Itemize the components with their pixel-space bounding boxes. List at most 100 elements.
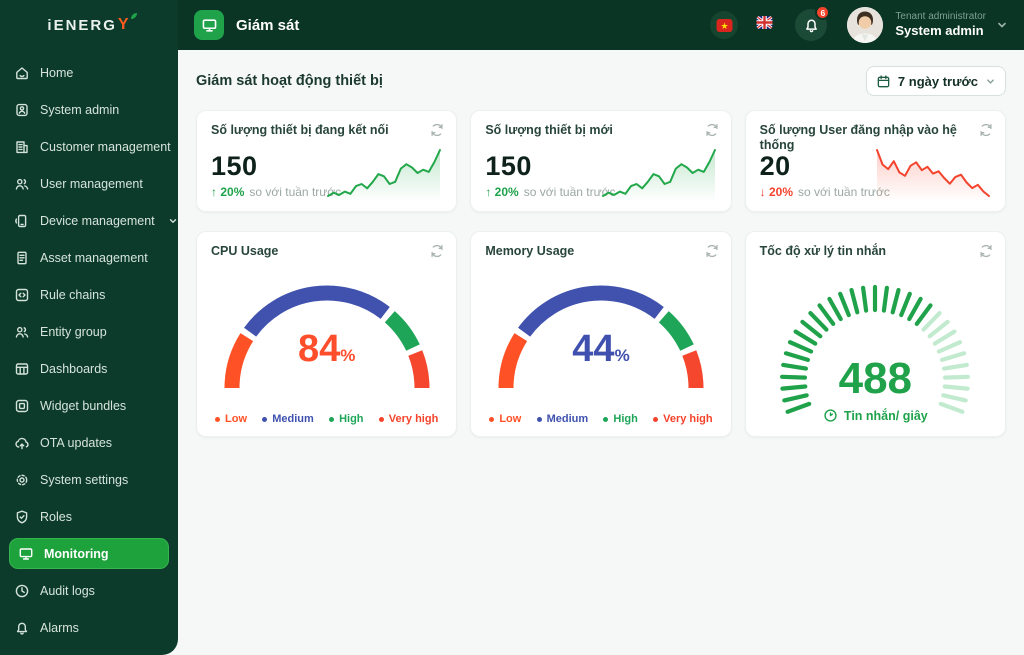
- refresh-icon[interactable]: [704, 243, 720, 259]
- sidebar-item-label: Device management: [40, 213, 155, 228]
- monitor-icon: [202, 18, 216, 32]
- legend-item-high: High: [329, 413, 364, 425]
- delta-value: 20%: [494, 185, 519, 199]
- sidebar-item-label: Dashboards: [40, 361, 108, 376]
- grid-icon: [15, 362, 29, 375]
- sidebar-item-label: Home: [40, 65, 74, 80]
- building-icon: [16, 140, 28, 153]
- date-range-select[interactable]: 7 ngày trước: [865, 66, 1006, 96]
- chevron-down-icon: [998, 22, 1006, 28]
- notifications-button[interactable]: 6: [795, 5, 831, 41]
- monitor-icon: [19, 547, 33, 560]
- users-icon: [15, 178, 29, 190]
- sidebar-item-label: Customer management: [40, 139, 171, 154]
- legend-item-very-high: Very high: [653, 413, 713, 425]
- card-title: Memory Usage: [485, 244, 575, 258]
- user-name: System admin: [895, 23, 984, 39]
- sidebar-item-label: System settings: [40, 472, 129, 487]
- language-english-button[interactable]: [756, 14, 773, 36]
- sidebar-item-home[interactable]: Home: [0, 54, 178, 91]
- users-icon: [15, 326, 29, 338]
- sparkline-chart: [876, 149, 990, 202]
- sidebar-item-label: Entity group: [40, 324, 107, 339]
- notification-count-badge: 6: [815, 5, 831, 20]
- legend-item-high: High: [603, 413, 638, 425]
- bell-icon: [805, 19, 817, 32]
- logo-text: iENERG: [47, 16, 117, 34]
- sidebar-item-system-admin[interactable]: System admin: [0, 91, 178, 128]
- user-menu[interactable]: Tenant administrator System admin: [895, 11, 986, 40]
- legend-dot: [262, 416, 268, 422]
- sidebar-item-label: Roles: [40, 509, 72, 524]
- sidebar-item-widget-bundles[interactable]: Widget bundles: [0, 387, 178, 424]
- gauge-card-memory-usage: Memory Usage 44% Low Medium High Very hi…: [470, 231, 732, 437]
- legend-item-low: Low: [489, 413, 521, 425]
- sidebar-item-dashboards[interactable]: Dashboards: [0, 350, 178, 387]
- cloud-upload-icon: [15, 437, 29, 449]
- id-badge-icon: [16, 103, 28, 116]
- sidebar-item-asset-management[interactable]: Asset management: [0, 239, 178, 276]
- widget-icon: [15, 399, 29, 412]
- calendar-icon: [877, 74, 890, 87]
- sidebar-item-label: Audit logs: [40, 583, 95, 598]
- gauge-card-message-rate: Tốc độ xử lý tin nhắn 488 Tin nhắn/ giây: [744, 231, 1006, 437]
- sidebar-item-label: Widget bundles: [40, 398, 127, 413]
- sidebar: iENERG Y Home System admin Customer manag…: [0, 0, 178, 655]
- sidebar-item-label: User management: [40, 176, 143, 191]
- stat-card-user-logins: Số lượng User đăng nhập vào hệ thống 20 …: [744, 110, 1006, 212]
- legend-dot: [489, 416, 495, 422]
- refresh-icon[interactable]: [704, 122, 720, 138]
- sidebar-item-rule-chains[interactable]: Rule chains: [0, 276, 178, 313]
- leaf-icon: [130, 13, 137, 19]
- sidebar-item-customer-management[interactable]: Customer management: [0, 128, 178, 165]
- legend-dot: [653, 416, 659, 422]
- legend-dot: [536, 416, 542, 422]
- gauge-legend: Low Medium High Very high: [471, 413, 730, 425]
- sidebar-item-alarms[interactable]: Alarms: [0, 609, 178, 646]
- gauge-caption: Tin nhắn/ giây: [746, 408, 1005, 423]
- language-vietnamese-button[interactable]: ★: [710, 11, 739, 39]
- home-icon: [16, 66, 28, 79]
- stat-delta: ↑ 20% so với tuần trước: [211, 185, 341, 199]
- refresh-icon[interactable]: [429, 243, 445, 259]
- sidebar-item-device-management[interactable]: Device management: [0, 202, 178, 239]
- clock-icon: [15, 584, 29, 597]
- refresh-icon[interactable]: [978, 122, 994, 138]
- sidebar-item-audit-logs[interactable]: Audit logs: [0, 572, 178, 609]
- gauge-value: 84%: [297, 328, 356, 370]
- card-title: Số lượng thiết bị mới: [485, 123, 613, 137]
- sidebar-item-roles[interactable]: Roles: [0, 498, 178, 535]
- gauge-card-cpu-usage: CPU Usage 84% Low Medium High Very high: [196, 231, 458, 437]
- stat-delta: ↓ 20% so với tuần trước: [760, 185, 890, 199]
- gauge-value: 488: [838, 354, 913, 403]
- top-header: Giám sát ★ 6 Tenant administrator System…: [178, 0, 1024, 50]
- sidebar-item-monitoring[interactable]: Monitoring: [9, 538, 169, 569]
- gauge-legend: Low Medium High Very high: [197, 413, 456, 425]
- legend-item-medium: Medium: [262, 413, 314, 425]
- shield-check-icon: [16, 510, 28, 523]
- legend-dot: [215, 416, 220, 422]
- sidebar-item-label: Rule chains: [40, 287, 106, 302]
- refresh-icon[interactable]: [429, 122, 445, 138]
- legend-item-low: Low: [215, 413, 247, 425]
- chevron-down-icon: [987, 78, 994, 84]
- delta-value: 20%: [769, 185, 794, 199]
- refresh-icon[interactable]: [978, 243, 994, 259]
- trend-arrow-icon: ↑: [485, 185, 492, 199]
- sidebar-item-system-settings[interactable]: System settings: [0, 461, 178, 498]
- sidebar-item-user-management[interactable]: User management: [0, 165, 178, 202]
- avatar-image: [847, 7, 884, 43]
- sidebar-item-label: Asset management: [40, 250, 148, 265]
- legend-dot: [378, 416, 384, 422]
- user-avatar[interactable]: [847, 7, 884, 43]
- gauge-value: 44%: [572, 328, 630, 370]
- trend-arrow-icon: ↓: [759, 185, 766, 199]
- card-title: CPU Usage: [211, 244, 279, 258]
- stat-card-connected-devices: Số lượng thiết bị đang kết nối 150 ↑ 20%…: [196, 110, 458, 212]
- sidebar-item-entity-group[interactable]: Entity group: [0, 313, 178, 350]
- gear-icon: [16, 474, 28, 485]
- sidebar-item-ota-updates[interactable]: OTA updates: [0, 424, 178, 461]
- card-title: Tốc độ xử lý tin nhắn: [759, 244, 887, 258]
- vietnam-flag-icon: ★: [716, 18, 733, 32]
- sidebar-nav: Home System admin Customer management Us…: [0, 50, 178, 650]
